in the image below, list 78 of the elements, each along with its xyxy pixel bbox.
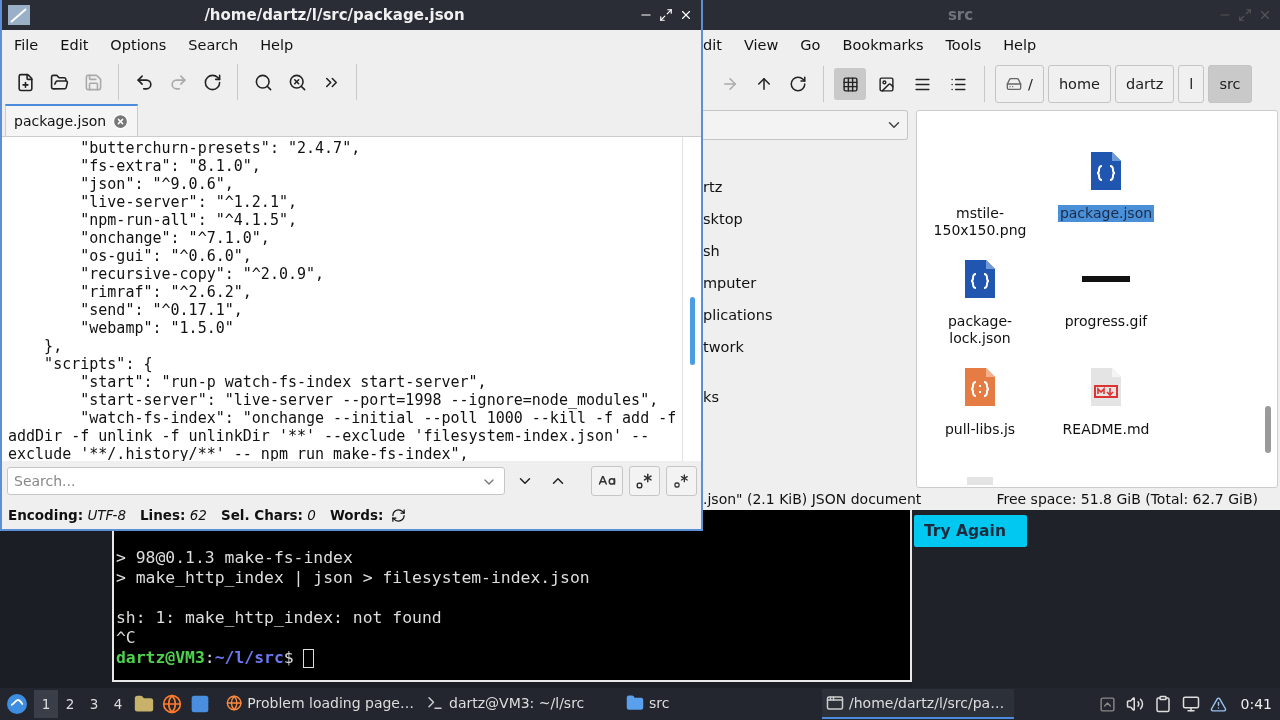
path-button[interactable]: src — [1208, 65, 1252, 103]
menu-item[interactable]: Go — [789, 37, 832, 53]
menu-item[interactable]: Options — [99, 37, 178, 53]
code-line: "live-server": "^1.2.1", — [79, 193, 298, 211]
task-label: src — [649, 695, 670, 711]
places-item[interactable]: ks — [703, 381, 719, 413]
menu-item[interactable]: Help — [249, 37, 305, 53]
status-text: .json" (2.1 KiB) JSON document — [703, 491, 922, 507]
taskbar-task[interactable]: /home/dartz/l/src/pa… — [822, 689, 1014, 719]
status-item: Sel. Chars: 0 — [220, 507, 316, 523]
code-line: "start-server": "live-server --port=1998 --ignore=node_modules", — [79, 391, 660, 409]
workspace-button[interactable]: 3 — [82, 690, 106, 718]
code-line: }, — [43, 337, 64, 355]
file-name[interactable]: package-lock.json — [918, 313, 1042, 347]
task-label: dartz@VM3: ~/l/src — [449, 695, 585, 711]
free-space-text: Free space: 51.8 GiB (Total: 62.7 GiB) — [996, 491, 1258, 507]
workspace-button[interactable]: 2 — [58, 690, 82, 718]
menu-item[interactable]: Edit — [49, 37, 100, 53]
workspace-button[interactable]: 1 — [34, 690, 58, 718]
prompt-path: ~/l/src — [214, 648, 284, 668]
status-item: Lines: 62 — [140, 507, 207, 523]
code-line: "json": "^9.0.6", — [79, 175, 235, 193]
code-line: "butterchurn-presets": "2.4.7", — [79, 139, 362, 157]
task-label: Problem loading page… — [247, 695, 414, 711]
code-line: "onchange": "^7.1.0", — [79, 229, 271, 247]
places-item[interactable]: sh — [703, 235, 720, 267]
file-name[interactable]: pull-libs.js — [942, 421, 1018, 438]
terminal-line: ^C — [116, 628, 137, 648]
menu-item[interactable]: Tools — [934, 37, 993, 53]
code-line: "start": "run-p watch-fs-index start-server", — [79, 373, 488, 391]
code-line: "scripts": { — [43, 355, 154, 373]
path-button[interactable]: dartz — [1115, 65, 1175, 103]
prompt-separator: : — [204, 648, 215, 668]
file-name[interactable]: package.json — [1057, 205, 1155, 222]
status-item: Words: — [329, 507, 384, 523]
code-line: "send": "^0.17.1", — [79, 301, 244, 319]
menu-item[interactable]: Bookmarks — [831, 37, 935, 53]
code-line: "rimraf": "^2.6.2", — [79, 283, 253, 301]
places-item[interactable]: sktop — [703, 203, 743, 235]
clock: 0:41 — [1240, 696, 1272, 712]
prompt-symbol: $ — [283, 648, 294, 668]
places-item[interactable]: twork — [703, 331, 744, 363]
taskbar-task[interactable]: dartz@VM3: ~/l/src — [422, 689, 614, 719]
taskbar-task[interactable]: Problem loading page… — [222, 689, 414, 719]
search-field[interactable]: Search... — [7, 467, 506, 495]
status-item: Encoding: UTF-8 — [8, 507, 126, 523]
path-button[interactable]: / — [995, 65, 1044, 103]
code-line: "os-gui": "^0.6.0", — [79, 247, 253, 265]
places-item[interactable]: rtz — [703, 171, 723, 203]
menu-item[interactable]: View — [732, 37, 790, 53]
path-button[interactable]: l — [1178, 65, 1205, 103]
file-name[interactable]: mstile-150x150.png — [918, 205, 1042, 239]
path-button[interactable]: home — [1047, 65, 1111, 103]
menu-item[interactable]: dit — [703, 37, 733, 53]
task-label: /home/dartz/l/src/pa… — [849, 695, 1005, 711]
code-line: "fs-extra": "8.1.0", — [79, 157, 262, 175]
file-name[interactable]: progress.gif — [1062, 313, 1150, 330]
try-again-button[interactable]: Try Again — [914, 515, 1027, 547]
workspace-button[interactable]: 4 — [106, 690, 130, 718]
code-line: "watch-fs-index": "onchange --initial --poll 1000 --kill -f add -f — [79, 409, 678, 427]
file-name[interactable]: README.md — [1060, 421, 1152, 438]
file-tab[interactable]: package.json — [5, 104, 139, 136]
places-item[interactable]: plications — [703, 299, 773, 331]
places-item[interactable]: mputer — [703, 267, 757, 299]
code-line: "webamp": "1.5.0" — [79, 319, 235, 337]
menu-item[interactable]: Search — [177, 37, 250, 53]
code-line: addDir -f unlink -f unlinkDir '**' --exclude 'filesystem-index.json' -- — [8, 427, 651, 445]
window-title: src — [946, 6, 975, 24]
code-line: "npm-run-all": "^4.1.5", — [79, 211, 298, 229]
terminal-line: > make_http_index | json > filesystem-index.json — [116, 568, 591, 588]
terminal-line: > 98@0.1.3 make-fs-index — [116, 548, 354, 568]
window-title: /home/dartz/l/src/package.json — [203, 6, 466, 24]
taskbar-task[interactable]: src — [622, 689, 814, 719]
menu-item[interactable]: Help — [992, 37, 1048, 53]
terminal-line: sh: 1: make_http_index: not found — [116, 608, 443, 628]
code-line: "recursive-copy": "^2.0.9", — [79, 265, 326, 283]
prompt-user: dartz@VM3 — [116, 648, 205, 668]
menu-item[interactable]: File — [3, 37, 50, 53]
